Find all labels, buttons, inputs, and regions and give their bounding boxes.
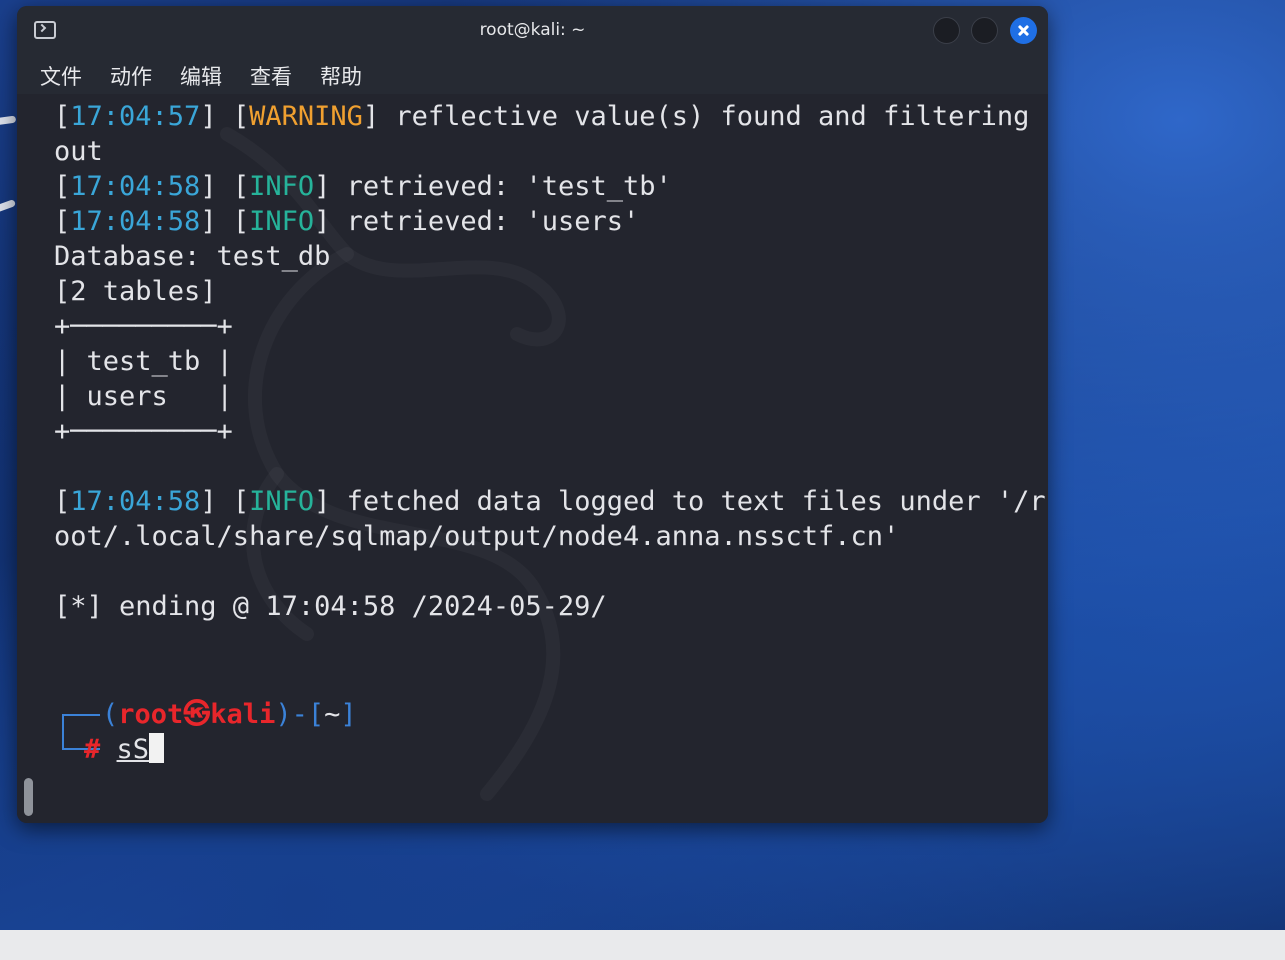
log-text: [	[54, 486, 71, 517]
prompt-close: )-[	[275, 699, 325, 730]
command-input[interactable]: sS	[117, 734, 150, 765]
log-text: +─────────+	[54, 311, 233, 342]
prompt-cwd: ~	[324, 699, 341, 730]
menu-file[interactable]: 文件	[40, 61, 82, 91]
log-timestamp: 17:04:58	[70, 171, 201, 202]
terminal-line: [17:04:58] [INFO] retrieved: 'test_tb'	[54, 169, 1046, 204]
log-timestamp: 17:04:57	[70, 101, 201, 132]
log-text: | test_tb |	[54, 346, 233, 377]
menu-actions[interactable]: 动作	[110, 61, 152, 91]
menu-view[interactable]: 查看	[250, 61, 292, 91]
log-text: out	[54, 136, 103, 167]
wallpaper-streak	[0, 115, 17, 128]
terminal-lines: [17:04:57] [WARNING] reflective value(s)…	[54, 99, 1046, 624]
menu-help[interactable]: 帮助	[320, 61, 362, 91]
terminal-line: out	[54, 134, 1046, 169]
menu-edit[interactable]: 编辑	[180, 61, 222, 91]
terminal-line: [17:04:57] [WARNING] reflective value(s)…	[54, 99, 1046, 134]
prompt-user: root	[118, 699, 184, 730]
terminal-window: root@kali: ~ 文件 动作 编辑 查看 帮助 [17:04:57] […	[17, 6, 1048, 823]
log-timestamp: 17:04:58	[70, 206, 201, 237]
terminal-output[interactable]: [17:04:57] [WARNING] reflective value(s)…	[17, 94, 1048, 823]
minimize-button[interactable]	[933, 17, 960, 44]
text-cursor	[149, 733, 165, 763]
log-text: oot/.local/share/sqlmap/output/node4.ann…	[54, 521, 900, 552]
prompt-end: ]	[340, 699, 357, 730]
log-text: ] fetched data logged to text files unde…	[314, 486, 1046, 517]
log-level-info: INFO	[249, 171, 315, 202]
maximize-button[interactable]	[971, 17, 998, 44]
window-title: root@kali: ~	[479, 20, 586, 40]
wallpaper-streak	[0, 199, 17, 218]
terminal-line: +─────────+	[54, 309, 1046, 344]
prompt-open: (	[102, 699, 119, 730]
terminal-line: | test_tb |	[54, 344, 1046, 379]
log-text: ] reflective value(s) found and filterin…	[362, 101, 1030, 132]
log-text: ] [	[200, 486, 250, 517]
log-text: [2 tables]	[54, 276, 217, 307]
scrollbar-thumb[interactable]	[24, 778, 33, 816]
log-text: ] [	[200, 171, 250, 202]
log-level-info: INFO	[249, 486, 315, 517]
log-level-warning: WARNING	[249, 101, 363, 132]
close-button[interactable]	[1010, 17, 1037, 44]
terminal-line: | users |	[54, 379, 1046, 414]
log-text: Database: test_db	[54, 241, 331, 272]
terminal-line: Database: test_db	[54, 239, 1046, 274]
log-text: ] retrieved: 'users'	[314, 206, 640, 237]
log-text: [	[54, 171, 71, 202]
log-text: | users |	[54, 381, 233, 412]
log-text: [	[54, 101, 71, 132]
prompt-at: ㉿	[183, 699, 211, 730]
prompt-hash: #	[84, 734, 101, 765]
log-level-info: INFO	[249, 206, 315, 237]
log-text: ] [	[200, 206, 250, 237]
title-bar[interactable]: root@kali: ~	[17, 6, 1048, 56]
terminal-line: [2 tables]	[54, 274, 1046, 309]
terminal-line: [17:04:58] [INFO] retrieved: 'users'	[54, 204, 1046, 239]
log-text: [	[54, 206, 71, 237]
terminal-line: oot/.local/share/sqlmap/output/node4.ann…	[54, 519, 1046, 554]
terminal-line: [17:04:58] [INFO] fetched data logged to…	[54, 484, 1046, 519]
log-text: +─────────+	[54, 416, 233, 447]
prompt-host: kali	[210, 699, 276, 730]
taskbar-strip	[0, 930, 1285, 960]
terminal-line: [*] ending @ 17:04:58 /2024-05-29/	[54, 589, 1046, 624]
terminal-line: +─────────+	[54, 414, 1046, 449]
log-timestamp: 17:04:58	[70, 486, 201, 517]
log-text: [*] ending @ 17:04:58 /2024-05-29/	[54, 591, 607, 622]
command-line[interactable]: # sS	[84, 732, 165, 767]
menu-bar: 文件 动作 编辑 查看 帮助	[17, 56, 1048, 94]
log-text: ] retrieved: 'test_tb'	[314, 171, 672, 202]
log-text: ] [	[200, 101, 250, 132]
prompt-line: (root㉿kali)-[~]	[102, 697, 357, 732]
